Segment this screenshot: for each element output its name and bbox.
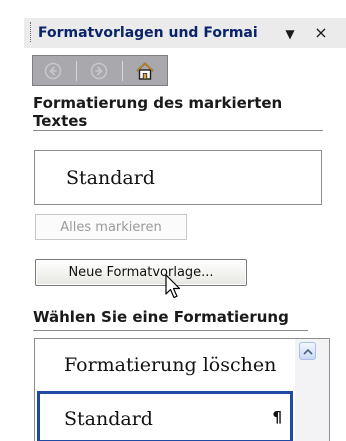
toolbar-separator	[122, 61, 123, 81]
home-icon	[136, 61, 154, 80]
section-heading-selected-text: Formatierung des markierten Textes	[33, 94, 323, 131]
section-heading-choose-format: Wählen Sie eine Formatierung	[33, 308, 308, 331]
chevron-up-icon	[302, 348, 313, 355]
paragraph-mark-icon: ¶	[272, 408, 282, 426]
pane-title: Formatvorlagen und Formai	[38, 25, 258, 41]
home-button[interactable]	[131, 58, 159, 83]
styles-and-formatting-pane: Formatvorlagen und Formai ▼ × Formatieru…	[0, 0, 346, 441]
list-scrollbar[interactable]	[295, 339, 329, 441]
forward-arrow-icon	[90, 62, 108, 79]
mouse-pointer-icon	[165, 274, 181, 299]
list-item-label: Standard	[64, 408, 153, 430]
back-button[interactable]	[39, 58, 67, 83]
navigation-toolbar	[32, 55, 168, 86]
back-arrow-icon	[44, 62, 62, 79]
new-style-button[interactable]: Neue Formatvorlage...	[35, 259, 247, 286]
style-list: Formatierung löschen Standard ¶	[34, 338, 330, 441]
forward-button[interactable]	[85, 58, 113, 83]
list-item-standard[interactable]: Standard ¶	[37, 391, 293, 441]
pane-grip-handle[interactable]	[30, 22, 34, 42]
toolbar-separator	[76, 61, 77, 81]
left-edge	[0, 0, 24, 441]
scroll-up-button[interactable]	[299, 342, 316, 360]
close-icon[interactable]: ×	[313, 24, 329, 42]
current-style-value: Standard	[66, 167, 155, 189]
chevron-down-icon[interactable]: ▼	[282, 27, 298, 41]
list-item-label: Formatierung löschen	[64, 354, 277, 376]
current-style-box[interactable]: Standard	[34, 150, 322, 205]
select-all-button[interactable]: Alles markieren	[35, 214, 187, 240]
list-item-clear-formatting[interactable]: Formatierung löschen	[37, 341, 293, 391]
